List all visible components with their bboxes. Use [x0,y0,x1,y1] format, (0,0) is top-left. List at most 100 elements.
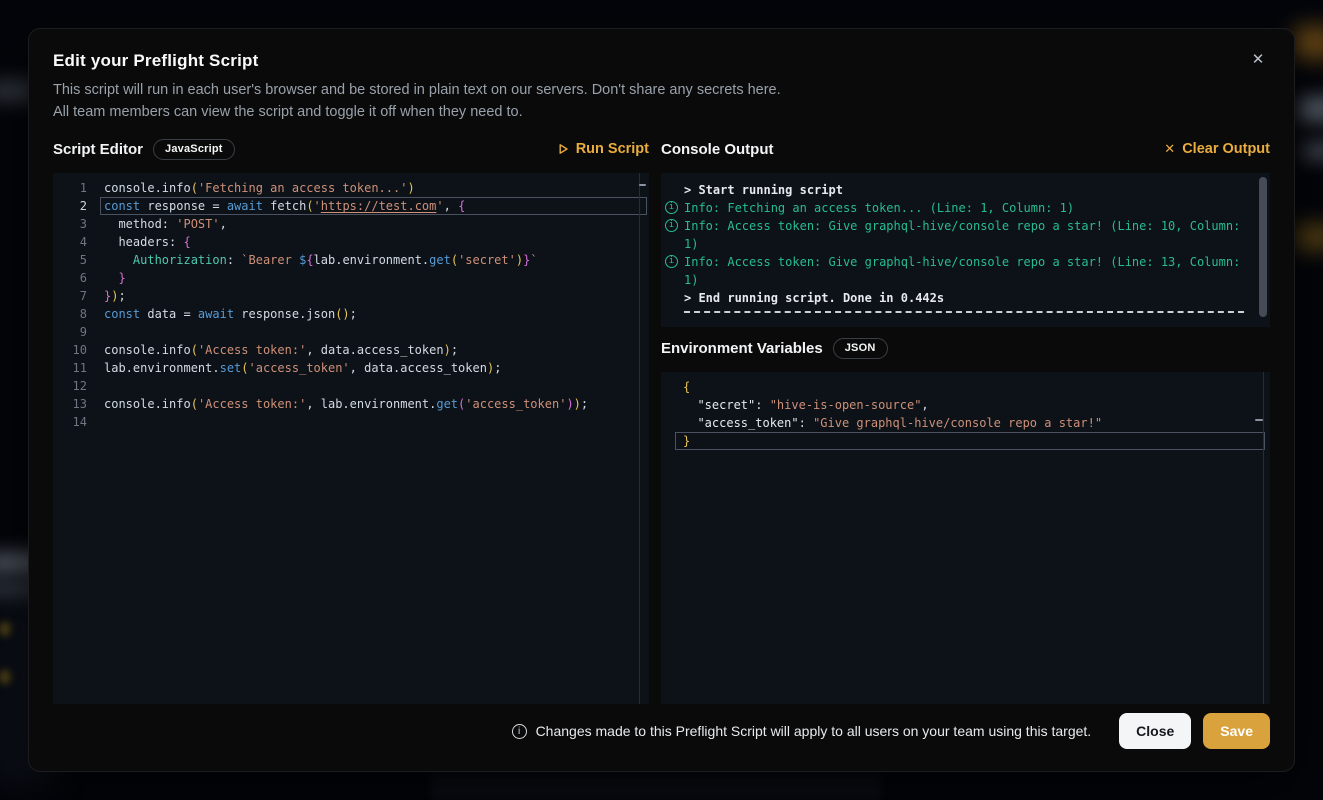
env-header: Environment Variables JSON [661,336,1270,360]
line-number: 6 [53,269,87,287]
console-message-text: > End running script. Done in 0.442s [684,289,1254,307]
run-script-label: Run Script [576,141,649,157]
modal-header: Edit your Preflight Script ✕ This script… [29,29,1294,123]
run-script-button[interactable]: Run Script [558,141,649,157]
console-message-1: > Start running script [665,181,1254,199]
script-line-1[interactable]: 1 console.info('Fetching an access token.… [53,179,649,197]
clear-output-label: Clear Output [1182,141,1270,157]
line-number: 11 [53,359,87,377]
console-info-icon: i [665,219,678,232]
footer-notice: i Changes made to this Preflight Script … [512,723,1092,739]
console-messages: > Start running script i Info: Fetching an… [665,181,1254,313]
modal-description: This script will run in each user's brow… [53,79,1270,123]
console-message-text: Info: Access token: Give graphql-hive/co… [684,253,1254,289]
line-number: 2 [53,197,87,215]
code-text: } [104,269,126,287]
env-title: Environment Variables [661,340,823,357]
console-icon-spacer [665,183,678,196]
code-text: method: 'POST', [104,215,227,233]
env-line-1[interactable]: { [661,378,1270,396]
code-text: console.info('Fetching an access token..… [104,179,415,197]
script-line-6[interactable]: 6 } [53,269,649,287]
console-header: Console Output ✕ Clear Output [661,137,1270,161]
preflight-script-modal: Edit your Preflight Script ✕ This script… [28,28,1295,772]
line-number: 5 [53,251,87,269]
script-line-13[interactable]: 13 console.info('Access token:', lab.envi… [53,395,649,413]
console-info-icon: i [665,201,678,214]
line-number: 13 [53,395,87,413]
code-text: lab.environment.set('access_token', data… [104,359,501,377]
line-number: 12 [53,377,87,395]
line-number: 4 [53,233,87,251]
env-line-3[interactable]: "access_token": "Give graphql-hive/conso… [661,414,1270,432]
modal-title: Edit your Preflight Script [53,51,1270,71]
play-icon [558,143,569,155]
code-text: const response = await fetch('https://te… [104,197,465,215]
console-message-text: > Start running script [684,181,1254,199]
line-number: 3 [53,215,87,233]
code-text: } [683,432,690,450]
output-column: Console Output ✕ Clear Output > Start ru… [661,137,1270,704]
modal-footer: i Changes made to this Preflight Script … [53,712,1270,750]
code-text: headers: { [104,233,191,251]
clear-output-button[interactable]: ✕ Clear Output [1164,141,1270,157]
script-editor[interactable]: 1 console.info('Fetching an access token.… [53,173,649,704]
code-text: Authorization: `Bearer ${lab.environment… [104,251,538,269]
env-editor-scrollbar-track [1263,372,1264,704]
console-message-5: > End running script. Done in 0.442s [665,289,1254,307]
script-line-10[interactable]: 10 console.info('Access token:', data.acc… [53,341,649,359]
script-line-11[interactable]: 11 lab.environment.set('access_token', da… [53,359,649,377]
console-icon-spacer [665,291,678,304]
env-editor-overview-mark [1255,419,1263,421]
env-line-2[interactable]: "secret": "hive-is-open-source", [661,396,1270,414]
json-badge: JSON [833,338,888,359]
save-button[interactable]: Save [1203,713,1270,749]
script-line-8[interactable]: 8 const data = await response.json(); [53,305,649,323]
console-output[interactable]: > Start running script i Info: Fetching an… [661,173,1270,327]
close-icon[interactable]: ✕ [1244,45,1272,73]
console-scrollbar-thumb[interactable] [1259,177,1267,317]
console-message-2: i Info: Fetching an access token... (Line… [665,199,1254,217]
script-line-12[interactable]: 12 [53,377,649,395]
script-line-9[interactable]: 9 [53,323,649,341]
code-text: "secret": "hive-is-open-source", [683,396,929,414]
console-title: Console Output [661,141,774,158]
console-message-4: i Info: Access token: Give graphql-hive/c… [665,253,1254,289]
script-editor-scrollbar-track [639,173,640,704]
line-number: 14 [53,413,87,431]
script-line-5[interactable]: 5 Authorization: `Bearer ${lab.environme… [53,251,649,269]
footer-notice-text: Changes made to this Preflight Script wi… [536,723,1092,739]
script-editor-header: Script Editor JavaScript Run Script [53,137,649,161]
script-editor-overview-mark [639,184,646,186]
env-editor-lines: { "secret": "hive-is-open-source", "acce… [661,378,1270,450]
code-text: const data = await response.json(); [104,305,357,323]
script-line-7[interactable]: 7}); [53,287,649,305]
console-message-3: iInfo: Access token: Give graphql-hive/c… [665,217,1254,253]
console-separator [684,311,1244,313]
script-line-3[interactable]: 3 method: 'POST', [53,215,649,233]
env-editor[interactable]: { "secret": "hive-is-open-source", "acce… [661,372,1270,704]
env-line-4[interactable]: } [661,432,1270,450]
code-text: console.info('Access token:', lab.enviro… [104,395,588,413]
info-icon: i [512,724,527,739]
javascript-badge: JavaScript [153,139,235,160]
line-number: 10 [53,341,87,359]
console-info-icon: i [665,255,678,268]
script-editor-lines: 1 console.info('Fetching an access token.… [53,179,649,431]
line-number: 7 [53,287,87,305]
script-editor-column: Script Editor JavaScript Run Script 1 con… [53,137,649,704]
script-line-14[interactable]: 14 [53,413,649,431]
code-text: { [683,378,690,396]
description-line-1: This script will run in each user's brow… [53,79,1270,101]
line-number: 8 [53,305,87,323]
script-line-4[interactable]: 4 headers: { [53,233,649,251]
code-text: }); [104,287,126,305]
close-button[interactable]: Close [1119,713,1191,749]
clear-icon: ✕ [1164,141,1175,157]
script-editor-title: Script Editor [53,141,143,158]
description-line-2: All team members can view the script and… [53,101,1270,123]
code-text: console.info('Access token:', data.acces… [104,341,458,359]
console-message-text: Info: Fetching an access token... (Line:… [684,199,1254,217]
line-number: 1 [53,179,87,197]
script-line-2[interactable]: 2 const response = await fetch('https://t… [53,197,649,215]
